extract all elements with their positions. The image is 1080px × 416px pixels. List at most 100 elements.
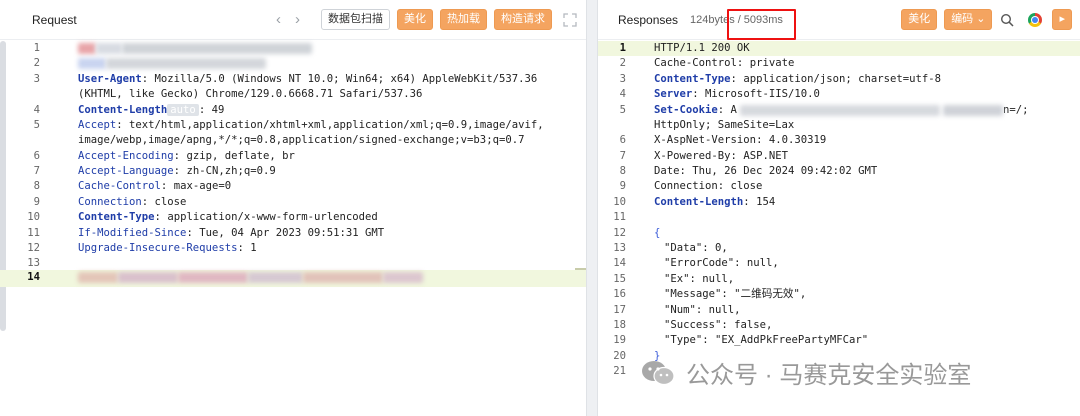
header-value: ASP.NET xyxy=(743,150,788,162)
line-number: 13 xyxy=(27,257,40,269)
code-line: 8 Cache-Control: max-age=0 xyxy=(0,179,586,194)
line-number: 9 xyxy=(619,180,626,192)
header-value: close xyxy=(154,196,187,208)
json-field: "Ex": null, xyxy=(664,273,735,285)
line-number: 14 xyxy=(27,271,40,283)
header-key: Accept-Encoding xyxy=(78,150,174,162)
code-line: 8 Date: Thu, 26 Dec 2024 09:42:02 GMT xyxy=(598,164,1080,179)
code-line: 7 Accept-Language: zh-CN,zh;q=0.9 xyxy=(0,164,586,179)
line-number: 8 xyxy=(33,180,40,192)
code-line: 4 Content-Length auto: 49 xyxy=(0,103,586,118)
request-editor[interactable]: 1 2 3 User-Agent: Mozilla/5.0 (Windows N… xyxy=(0,41,586,416)
status-line: HTTP/1.1 200 OK xyxy=(654,42,750,54)
code-line: 2 Cache-Control: private xyxy=(598,56,1080,71)
code-line: 5 Accept: text/html,application/xhtml+xm… xyxy=(0,118,586,133)
forward-arrow-icon[interactable]: › xyxy=(295,12,300,27)
header-value: Mozilla/5.0 (Windows NT 10.0; Win64; x64… xyxy=(154,73,538,85)
header-value: image/webp,image/apng,*/*;q=0.8,applicat… xyxy=(78,134,525,146)
code-line-active: 1 HTTP/1.1 200 OK xyxy=(598,41,1080,56)
wechat-icon xyxy=(642,360,675,385)
response-pane: Responses 124bytes / 5093ms 美化 编码 ⌄ ▸ 1 … xyxy=(597,0,1080,416)
json-field: "Num": null, xyxy=(664,304,741,316)
line-number: 4 xyxy=(33,104,40,116)
line-number: 15 xyxy=(613,273,626,285)
header-key: User-Agent xyxy=(78,73,142,85)
watermark-text: 公众号 · 马赛克安全实验室 xyxy=(686,362,972,389)
code-line: 3 Content-Type: application/json; charse… xyxy=(598,72,1080,87)
encoding-dropdown[interactable]: 编码 ⌄ xyxy=(944,9,993,30)
response-title: Responses xyxy=(618,12,679,27)
highlight-box xyxy=(727,9,796,40)
code-line: 9 Connection: close xyxy=(598,179,1080,194)
header-value: A xyxy=(730,104,737,116)
line-number: 1 xyxy=(33,42,40,54)
request-toolbar: Request ‹ › 数据包扫描 美化 热加载 构造请求 xyxy=(0,0,586,40)
header-value: (KHTML, like Gecko) Chrome/129.0.6668.71… xyxy=(78,88,423,100)
header-value: Thu, 26 Dec 2024 09:42:02 GMT xyxy=(692,165,878,177)
code-line: 6 Accept-Encoding: gzip, deflate, br xyxy=(0,149,586,164)
code-line: image/webp,image/apng,*/*;q=0.8,applicat… xyxy=(0,133,586,148)
pane-splitter[interactable] xyxy=(587,0,597,416)
line-number: 10 xyxy=(27,211,40,223)
search-icon[interactable] xyxy=(1000,13,1014,27)
packet-scan-button[interactable]: 数据包扫描 xyxy=(321,9,390,30)
json-field: "Data": 0, xyxy=(664,242,728,254)
line-number: 18 xyxy=(613,319,626,331)
header-key: Connection xyxy=(78,196,142,208)
code-line: 7 X-Powered-By: ASP.NET xyxy=(598,149,1080,164)
header-value: max-age=0 xyxy=(173,180,232,192)
back-arrow-icon[interactable]: ‹ xyxy=(276,12,281,27)
header-key: Set-Cookie xyxy=(654,104,718,116)
header-value: application/json; charset=utf-8 xyxy=(743,73,942,85)
json-field: "ErrorCode": null, xyxy=(664,257,779,269)
code-line: 10 Content-Length: 154 xyxy=(598,195,1080,210)
header-value: text/html,application/xhtml+xml,applicat… xyxy=(129,119,544,131)
response-toolbar: Responses 124bytes / 5093ms 美化 编码 ⌄ ▸ xyxy=(598,0,1080,40)
blurred-body-line xyxy=(78,270,423,285)
line-number: 12 xyxy=(613,227,626,239)
code-line: 10 Content-Type: application/x-www-form-… xyxy=(0,210,586,225)
header-key: Content-Length xyxy=(654,196,744,208)
line-number: 4 xyxy=(619,88,626,100)
json-field: "Success": false, xyxy=(664,319,773,331)
request-title: Request xyxy=(32,12,77,27)
line-number: 7 xyxy=(33,165,40,177)
header-key: X-Powered-By xyxy=(654,150,731,162)
chevron-down-icon: ⌄ xyxy=(976,13,986,25)
line-number: 5 xyxy=(33,119,40,131)
code-line-active: 14 xyxy=(0,270,586,287)
header-value: gzip, deflate, br xyxy=(186,150,295,162)
beautify-button[interactable]: 美化 xyxy=(901,9,938,30)
auto-tag[interactable]: auto xyxy=(167,104,199,116)
json-open-brace: { xyxy=(654,227,661,239)
cookie-tail: n=/; xyxy=(1002,104,1029,116)
header-value: zh-CN,zh;q=0.9 xyxy=(186,165,276,177)
code-line: 13 xyxy=(0,256,586,271)
code-line: 16 "Message": "二维码无效", xyxy=(598,287,1080,302)
header-key: Date xyxy=(654,165,680,177)
hot-load-button[interactable]: 热加载 xyxy=(440,9,487,30)
more-button[interactable]: ▸ xyxy=(1052,9,1072,30)
blurred-cookie xyxy=(739,104,940,116)
blurred-host-line xyxy=(78,56,266,71)
expand-icon[interactable] xyxy=(562,12,578,28)
beautify-button[interactable]: 美化 xyxy=(397,9,433,30)
header-value: Tue, 04 Apr 2023 09:51:31 GMT xyxy=(199,227,385,239)
chrome-icon[interactable] xyxy=(1028,12,1043,27)
line-number: 7 xyxy=(619,150,626,162)
header-value: 49 xyxy=(211,104,225,116)
line-number: 1 xyxy=(619,42,626,54)
header-key: X-AspNet-Version xyxy=(654,134,757,146)
header-value: 154 xyxy=(756,196,776,208)
header-value: Microsoft-IIS/10.0 xyxy=(705,88,820,100)
header-key: Connection xyxy=(654,180,718,192)
header-value: private xyxy=(749,57,795,69)
code-line: 14 "ErrorCode": null, xyxy=(598,256,1080,271)
header-value: close xyxy=(730,180,763,192)
header-key: Content-Type xyxy=(78,211,155,223)
header-key: If-Modified-Since xyxy=(78,227,187,239)
line-number: 20 xyxy=(613,350,626,362)
request-pane: Request ‹ › 数据包扫描 美化 热加载 构造请求 1 2 3 User… xyxy=(0,0,587,416)
construct-request-button[interactable]: 构造请求 xyxy=(494,9,552,30)
code-line: 15 "Ex": null, xyxy=(598,272,1080,287)
